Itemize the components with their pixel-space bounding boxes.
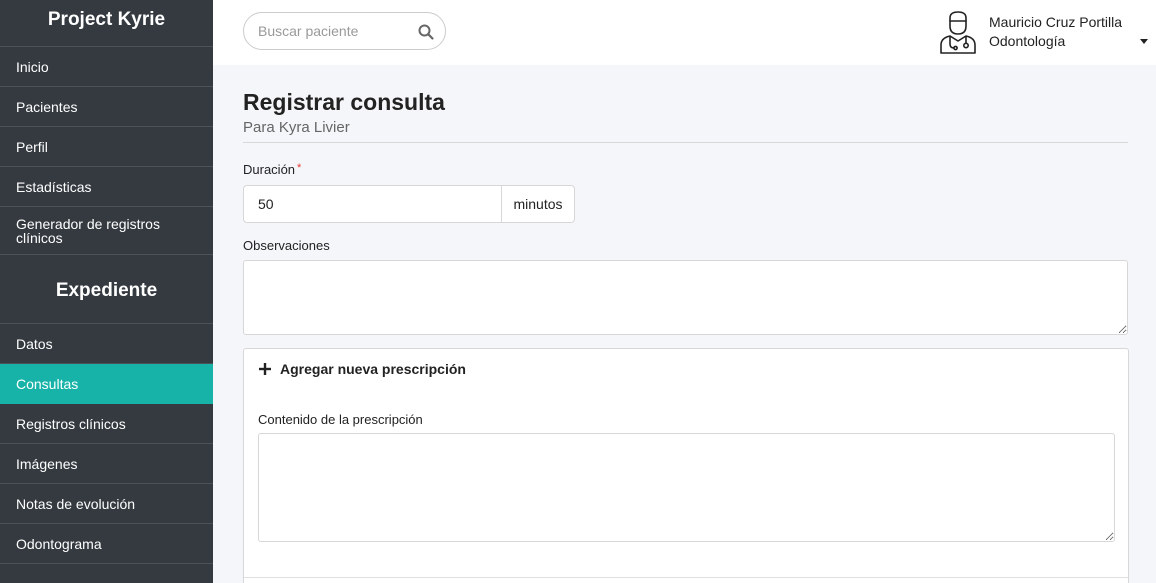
sidebar-item-imagenes[interactable]: Imágenes: [0, 444, 213, 484]
observations-label: Observaciones: [243, 238, 330, 253]
prescription-footer-divider: [244, 577, 1128, 578]
user-menu[interactable]: Mauricio Cruz Portilla Odontología: [926, 8, 1156, 56]
sidebar-item-odontograma[interactable]: Odontograma: [0, 524, 213, 564]
sidebar-item-datos[interactable]: Datos: [0, 324, 213, 364]
search-box[interactable]: [243, 12, 446, 50]
sidebar: Project Kyrie Inicio Pacientes Perfil Es…: [0, 0, 213, 583]
required-mark: *: [297, 162, 302, 174]
sidebar-section-expediente: Expediente: [0, 255, 213, 324]
user-role: Odontología: [989, 33, 1066, 49]
topbar: Mauricio Cruz Portilla Odontología: [213, 0, 1156, 65]
sidebar-item-generador[interactable]: Generador de registros clínicos: [0, 207, 213, 255]
sidebar-item-inicio[interactable]: Inicio: [0, 47, 213, 87]
observations-textarea[interactable]: [243, 260, 1128, 335]
duration-label-text: Duración: [243, 162, 296, 177]
sidebar-item-pacientes[interactable]: Pacientes: [0, 87, 213, 127]
duration-input[interactable]: [243, 185, 501, 223]
duration-label: Duración *: [243, 162, 301, 177]
search-icon[interactable]: [417, 23, 435, 41]
prescription-card: Agregar nueva prescripción Contenido de …: [243, 348, 1129, 583]
chevron-down-icon[interactable]: [1140, 39, 1148, 44]
sidebar-item-perfil[interactable]: Perfil: [0, 127, 213, 167]
prescription-content-textarea[interactable]: [258, 433, 1115, 542]
duration-unit-addon: minutos: [501, 185, 575, 223]
main-content: Registrar consulta Para Kyra Livier Dura…: [243, 65, 1129, 583]
brand-title: Project Kyrie: [0, 0, 213, 47]
search-input[interactable]: [258, 21, 408, 41]
page-title: Registrar consulta: [243, 89, 445, 115]
plus-icon: [259, 363, 271, 375]
sidebar-item-registros-clinicos[interactable]: Registros clínicos: [0, 404, 213, 444]
sidebar-item-estadisticas[interactable]: Estadísticas: [0, 167, 213, 207]
duration-input-group: minutos: [243, 185, 575, 223]
doctor-avatar-icon: [940, 11, 976, 54]
user-name: Mauricio Cruz Portilla: [989, 14, 1123, 30]
title-divider: [243, 142, 1128, 143]
add-prescription-button[interactable]: Agregar nueva prescripción: [258, 361, 466, 377]
sidebar-item-consultas[interactable]: Consultas: [0, 364, 213, 404]
sidebar-item-notas-evolucion[interactable]: Notas de evolución: [0, 484, 213, 524]
page-subtitle: Para Kyra Livier: [243, 119, 350, 136]
add-prescription-label: Agregar nueva prescripción: [280, 361, 466, 377]
prescription-content-label: Contenido de la prescripción: [258, 412, 423, 427]
